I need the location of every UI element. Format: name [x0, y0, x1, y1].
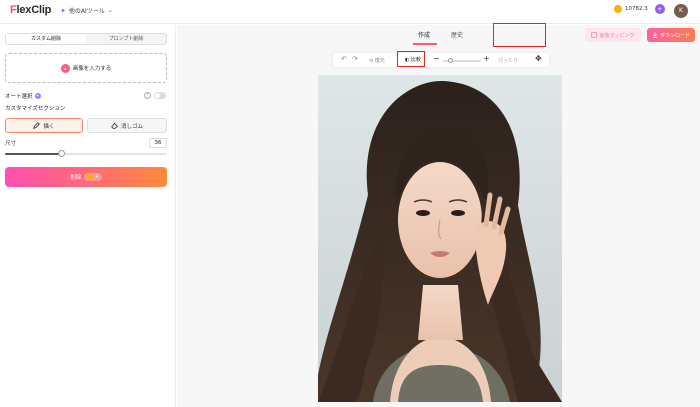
- redo-icon[interactable]: ↷: [352, 55, 358, 63]
- brush-size-thumb[interactable]: [58, 150, 66, 157]
- tab-history[interactable]: 歴史: [451, 30, 463, 39]
- download-icon: [652, 32, 658, 38]
- coin-icon: [87, 174, 94, 180]
- add-credits-button[interactable]: +: [654, 4, 665, 14]
- credits-display: 10782.3 +: [614, 4, 665, 14]
- mode-tabs: カスタム削除 プロンプト削除: [5, 33, 167, 45]
- image-icon: [591, 32, 598, 38]
- chevron-down-icon: ⌄: [107, 7, 113, 14]
- credits-amount: 10782.3: [625, 6, 648, 12]
- logo-text: lexClip: [16, 4, 52, 16]
- user-avatar[interactable]: K: [674, 4, 688, 18]
- eraser-label: 消しゴム: [120, 123, 143, 130]
- reset-button[interactable]: ⟲ 復元: [369, 57, 385, 64]
- zoom-slider[interactable]: [443, 58, 481, 63]
- upload-label: 画像を入力する: [72, 66, 112, 72]
- brush-size-input[interactable]: 36: [149, 138, 167, 148]
- brush-size-fill: [5, 153, 62, 155]
- main-canvas-area: 作成 歴史 画像ラッピング ダウンロード ↶ ↷ ⟲ 復元 ◐ 比較 − + ぴ…: [177, 25, 700, 407]
- tab-prompt-remove[interactable]: プロンプト削除: [86, 34, 166, 44]
- left-panel: カスタム削除 プロンプト削除 ▴ 画像を入力する オート選択 ✦ ? カスタマイ…: [0, 25, 176, 407]
- upload-icon: ▴: [60, 63, 70, 73]
- tab-create[interactable]: 作成: [418, 30, 430, 39]
- tab-custom-remove[interactable]: カスタム削除: [6, 34, 86, 44]
- auto-select-row: オート選択 ✦: [5, 92, 41, 100]
- auto-select-label: オート選択: [5, 94, 33, 100]
- pen-icon: [33, 122, 41, 129]
- eraser-button[interactable]: 消しゴム: [87, 118, 167, 133]
- top-header: FlexClip ✦ 他のAIツール ⌄ 10782.3 + K: [0, 0, 700, 24]
- reset-icon: ⟲: [369, 58, 374, 64]
- ai-tools-label: 他のAIツール: [68, 8, 105, 15]
- remove-cost-badge: 4: [84, 173, 102, 181]
- coin-icon: [614, 5, 622, 13]
- active-tab-indicator: [413, 43, 437, 45]
- remove-cost-amount: 4: [95, 174, 99, 180]
- download-button[interactable]: ダウンロード: [647, 28, 695, 42]
- canvas-toolbar: ↶ ↷ ⟲ 復元 ◐ 比較 − + ぴったり ✥: [333, 53, 549, 67]
- help-icon[interactable]: ?: [144, 92, 151, 99]
- sparkle-icon: ✦: [60, 6, 66, 15]
- brush-size-slider[interactable]: [5, 150, 167, 157]
- download-highlight-box: [493, 23, 546, 47]
- undo-icon[interactable]: ↶: [341, 55, 347, 63]
- download-label: ダウンロード: [659, 32, 690, 39]
- eraser-icon: [111, 122, 118, 129]
- reset-label: 復元: [374, 58, 385, 64]
- ai-badge-icon: ✦: [34, 93, 41, 99]
- zoom-thumb[interactable]: [448, 58, 454, 63]
- remove-label: 削除: [70, 175, 82, 181]
- remove-button[interactable]: 削除 4: [5, 167, 167, 187]
- portrait-photo: [318, 75, 562, 402]
- canvas-image[interactable]: [318, 75, 562, 402]
- upload-image-area[interactable]: ▴ 画像を入力する: [5, 53, 167, 83]
- flexclip-logo[interactable]: FlexClip: [10, 4, 51, 16]
- zoom-out-icon[interactable]: −: [433, 54, 440, 63]
- zoom-in-icon[interactable]: +: [483, 54, 490, 63]
- background-change-label: 画像ラッピング: [599, 32, 635, 39]
- auto-select-toggle[interactable]: [154, 92, 166, 99]
- background-change-button[interactable]: 画像ラッピング: [585, 28, 641, 42]
- fit-to-screen-button[interactable]: ぴったり: [498, 57, 518, 64]
- ai-tools-menu[interactable]: ✦ 他のAIツール ⌄: [60, 6, 113, 16]
- draw-label: 描く: [43, 123, 55, 130]
- compare-highlight-box: [397, 51, 425, 67]
- custom-section-label: カスタマイズセクション: [5, 106, 66, 112]
- brush-size-label: 尺寸: [5, 141, 17, 147]
- draw-button[interactable]: 描く: [5, 118, 83, 133]
- move-icon[interactable]: ✥: [535, 54, 542, 63]
